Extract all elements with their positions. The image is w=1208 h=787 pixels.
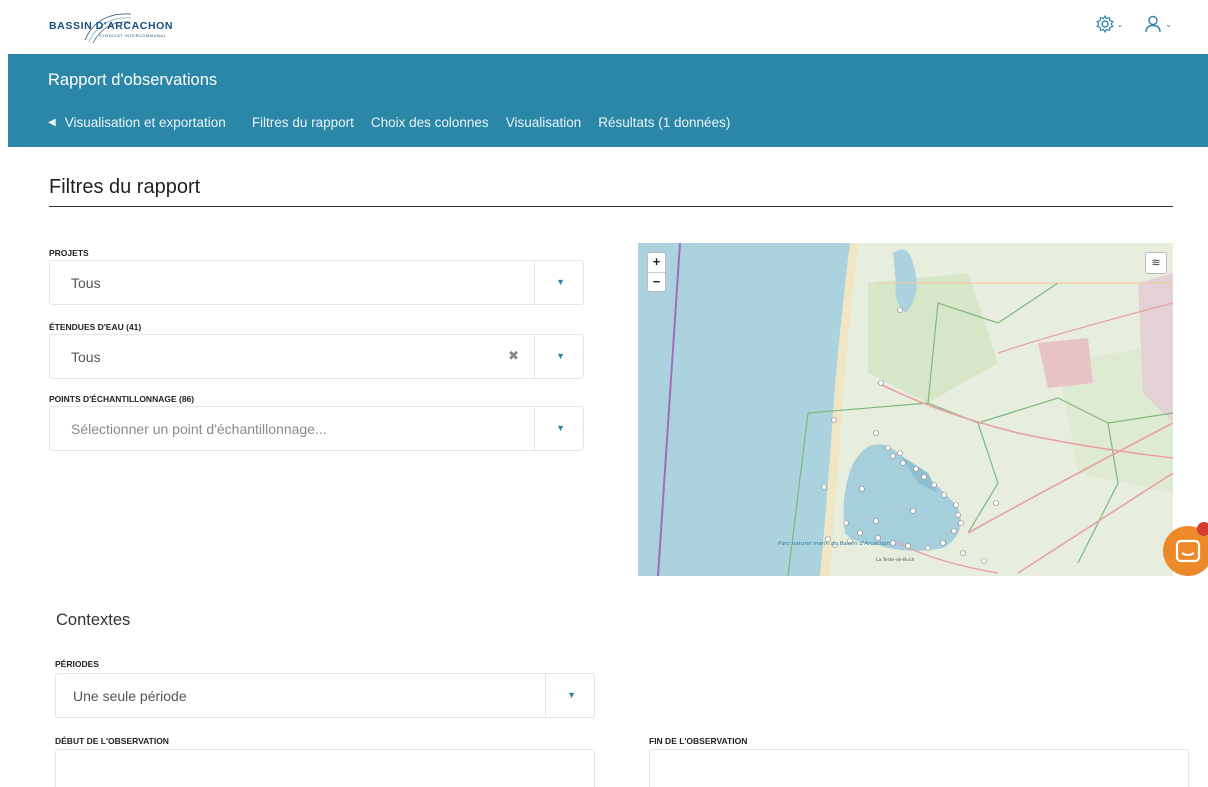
settings-gear-icon: [1095, 14, 1114, 34]
map-zoom-control: + −: [647, 252, 666, 292]
map-tiles: Parc naturel marin du Bassin d'Arcachon …: [638, 243, 1173, 576]
dropdown-arrow-icon[interactable]: ▼: [556, 277, 565, 287]
debut-date-input[interactable]: [55, 749, 595, 787]
zoom-out-button[interactable]: −: [648, 272, 665, 291]
select-separator: [534, 335, 535, 378]
page-title: Rapport d'observations: [48, 71, 218, 89]
section-divider: [49, 206, 1173, 207]
logo-subtitle: SYNDICAT INTERCOMMUNAL: [99, 33, 167, 38]
nav-visualisation[interactable]: Visualisation: [506, 115, 582, 130]
nav-colonnes[interactable]: Choix des colonnes: [371, 115, 489, 130]
chevron-left-icon: ◀: [48, 117, 56, 128]
brand-logo[interactable]: BASSIN D'ARCACHON SYNDICAT INTERCOMMUNAL: [49, 10, 209, 44]
zoom-in-button[interactable]: +: [648, 253, 665, 272]
sampling-points-map[interactable]: Parc naturel marin du Bassin d'Arcachon …: [638, 243, 1173, 576]
select-separator: [534, 407, 535, 450]
projets-select[interactable]: Tous ▼: [49, 260, 584, 305]
points-label: POINTS D'ÉCHANTILLONNAGE (86): [49, 394, 195, 404]
contextes-title: Contextes: [56, 611, 131, 629]
projets-label: PROJETS: [49, 248, 89, 258]
select-separator: [534, 261, 535, 304]
periodes-label: PÉRIODES: [55, 659, 99, 669]
report-header: Rapport d'observations ◀ Visualisation e…: [8, 54, 1208, 147]
back-link[interactable]: ◀ Visualisation et exportation: [48, 115, 226, 130]
etendues-label: ÉTENDUES D'EAU (41): [49, 322, 142, 332]
fin-date-input[interactable]: [649, 749, 1189, 787]
user-icon: [1145, 15, 1161, 33]
map-label-town: La Teste-de-Buch: [876, 557, 914, 563]
dropdown-arrow-icon[interactable]: ▼: [556, 423, 565, 433]
dropdown-arrow-icon[interactable]: ▼: [556, 351, 565, 361]
clear-icon[interactable]: ✖: [508, 348, 519, 364]
periodes-value: Une seule période: [73, 688, 187, 704]
nav-resultats[interactable]: Résultats (1 données): [598, 115, 730, 130]
points-select[interactable]: Sélectionner un point d'échantillonnage.…: [49, 406, 584, 451]
report-nav: ◀ Visualisation et exportation Filtres d…: [48, 115, 747, 130]
points-placeholder: Sélectionner un point d'échantillonnage.…: [71, 421, 327, 437]
etendues-value: Tous: [71, 349, 101, 365]
back-link-label: Visualisation et exportation: [64, 115, 226, 130]
section-title: Filtres du rapport: [49, 176, 201, 198]
user-menu-button[interactable]: ⌄: [1143, 14, 1172, 34]
projets-value: Tous: [71, 275, 101, 291]
chevron-down-icon: ⌄: [1116, 19, 1124, 29]
chevron-down-icon: ⌄: [1165, 19, 1172, 29]
layers-icon[interactable]: ≋: [1145, 252, 1167, 274]
logo-text: BASSIN D'ARCACHON: [49, 20, 174, 32]
map-label-parc: Parc naturel marin du Bassin d'Arcachon: [778, 541, 891, 547]
debut-label: DÉBUT DE L'OBSERVATION: [55, 736, 169, 746]
fin-label: FIN DE L'OBSERVATION: [649, 736, 748, 746]
top-bar: BASSIN D'ARCACHON SYNDICAT INTERCOMMUNAL…: [0, 0, 1208, 54]
dropdown-arrow-icon[interactable]: ▼: [567, 690, 576, 700]
etendues-select[interactable]: Tous ✖ ▼: [49, 334, 584, 379]
select-separator: [545, 674, 546, 717]
nav-filtres[interactable]: Filtres du rapport: [252, 115, 354, 130]
notification-badge: [1197, 522, 1208, 536]
periodes-select[interactable]: Une seule période ▼: [55, 673, 595, 718]
settings-menu-button[interactable]: ⌄: [1095, 14, 1124, 34]
